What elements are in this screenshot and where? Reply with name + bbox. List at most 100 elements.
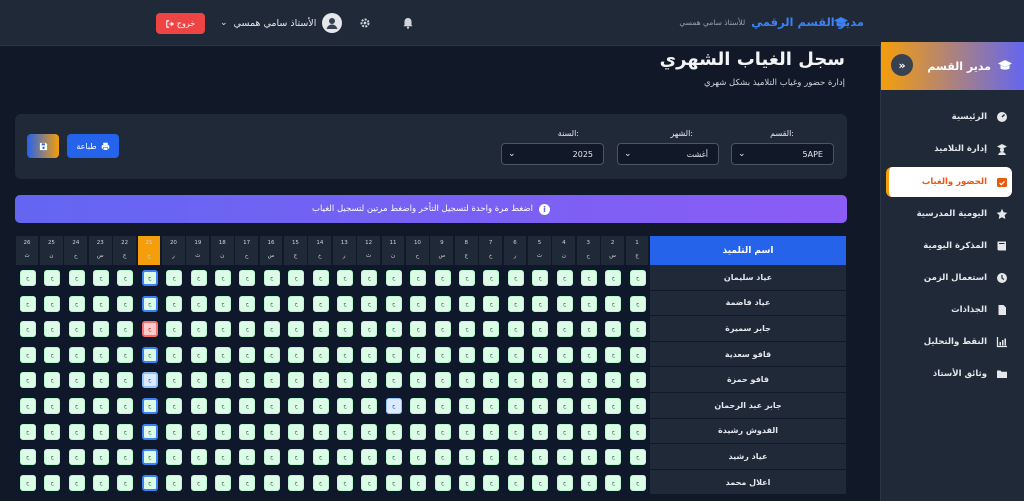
- attendance-cell[interactable]: ح: [141, 295, 158, 312]
- attendance-cell[interactable]: ح: [532, 270, 549, 286]
- attendance-cell[interactable]: ح: [68, 270, 85, 286]
- attendance-cell[interactable]: ح: [581, 449, 597, 466]
- attendance-cell[interactable]: ح: [239, 474, 256, 491]
- attendance-cell[interactable]: ح: [215, 449, 231, 466]
- attendance-cell[interactable]: ح: [483, 372, 500, 389]
- attendance-cell[interactable]: ح: [44, 270, 61, 286]
- attendance-cell[interactable]: ح: [434, 474, 451, 491]
- attendance-cell[interactable]: ح: [337, 398, 353, 414]
- attendance-cell[interactable]: ح: [459, 474, 475, 491]
- save-button[interactable]: [27, 134, 59, 158]
- attendance-cell[interactable]: ح: [629, 321, 646, 338]
- attendance-cell[interactable]: ح: [532, 372, 549, 389]
- attendance-cell[interactable]: ح: [141, 423, 158, 440]
- attendance-cell[interactable]: ح: [532, 449, 549, 466]
- attendance-cell[interactable]: ح: [507, 321, 524, 338]
- attendance-cell[interactable]: ح: [288, 372, 305, 389]
- attendance-cell[interactable]: ح: [68, 295, 85, 312]
- attendance-cell[interactable]: ح: [507, 270, 524, 286]
- attendance-cell[interactable]: ح: [459, 295, 475, 312]
- attendance-cell[interactable]: ح: [44, 423, 61, 440]
- attendance-cell[interactable]: ح: [361, 449, 378, 466]
- attendance-cell[interactable]: ح: [459, 270, 475, 286]
- attendance-cell[interactable]: ح: [532, 321, 549, 338]
- attendance-cell[interactable]: ح: [19, 398, 36, 414]
- attendance-cell[interactable]: ح: [361, 346, 378, 363]
- attendance-cell[interactable]: ح: [19, 321, 36, 338]
- attendance-cell[interactable]: ح: [385, 398, 402, 414]
- attendance-cell[interactable]: ح: [385, 295, 402, 312]
- attendance-cell[interactable]: ح: [410, 372, 427, 389]
- attendance-cell[interactable]: ح: [117, 398, 134, 414]
- attendance-cell[interactable]: ح: [532, 398, 549, 414]
- attendance-cell[interactable]: ح: [385, 449, 402, 466]
- attendance-cell[interactable]: ح: [190, 423, 207, 440]
- attendance-cell[interactable]: ح: [288, 295, 305, 312]
- attendance-cell[interactable]: ح: [68, 346, 85, 363]
- attendance-cell[interactable]: ح: [385, 474, 402, 491]
- attendance-cell[interactable]: ح: [239, 423, 256, 440]
- gear-icon[interactable]: [359, 17, 371, 29]
- attendance-cell[interactable]: ح: [581, 321, 597, 338]
- attendance-cell[interactable]: ح: [19, 474, 36, 491]
- attendance-cell[interactable]: ح: [385, 346, 402, 363]
- attendance-cell[interactable]: ح: [556, 449, 573, 466]
- attendance-cell[interactable]: ح: [361, 372, 378, 389]
- attendance-cell[interactable]: ح: [410, 295, 427, 312]
- attendance-cell[interactable]: ح: [507, 295, 524, 312]
- attendance-cell[interactable]: ح: [629, 398, 646, 414]
- attendance-cell[interactable]: ح: [288, 398, 305, 414]
- sidebar-item-6[interactable]: استعمال الزمن: [886, 263, 1012, 293]
- attendance-cell[interactable]: ح: [361, 295, 378, 312]
- attendance-cell[interactable]: ح: [410, 474, 427, 491]
- attendance-cell[interactable]: ح: [434, 295, 451, 312]
- attendance-cell[interactable]: ح: [215, 295, 231, 312]
- attendance-cell[interactable]: ح: [215, 270, 231, 286]
- attendance-cell[interactable]: ح: [556, 398, 573, 414]
- attendance-cell[interactable]: ح: [337, 270, 353, 286]
- attendance-cell[interactable]: ح: [556, 295, 573, 312]
- attendance-cell[interactable]: ح: [141, 346, 158, 363]
- attendance-cell[interactable]: ح: [190, 372, 207, 389]
- attendance-cell[interactable]: ح: [459, 449, 475, 466]
- attendance-cell[interactable]: ح: [239, 346, 256, 363]
- attendance-cell[interactable]: ح: [263, 321, 280, 338]
- sidebar-item-4[interactable]: اليومية المدرسية: [886, 199, 1012, 229]
- attendance-cell[interactable]: ح: [410, 449, 427, 466]
- attendance-cell[interactable]: ح: [117, 423, 134, 440]
- attendance-cell[interactable]: ح: [410, 321, 427, 338]
- attendance-cell[interactable]: ح: [19, 270, 36, 286]
- attendance-cell[interactable]: ح: [263, 295, 280, 312]
- attendance-cell[interactable]: ح: [361, 398, 378, 414]
- attendance-cell[interactable]: ح: [215, 321, 231, 338]
- attendance-cell[interactable]: ح: [581, 423, 597, 440]
- attendance-cell[interactable]: ح: [93, 449, 109, 466]
- attendance-cell[interactable]: ح: [337, 372, 353, 389]
- attendance-cell[interactable]: ح: [312, 270, 329, 286]
- attendance-cell[interactable]: ح: [141, 372, 158, 389]
- attendance-cell[interactable]: ح: [166, 270, 183, 286]
- attendance-cell[interactable]: ح: [190, 449, 207, 466]
- attendance-cell[interactable]: ح: [288, 321, 305, 338]
- attendance-cell[interactable]: ح: [434, 270, 451, 286]
- attendance-cell[interactable]: ح: [459, 321, 475, 338]
- attendance-cell[interactable]: ح: [190, 270, 207, 286]
- attendance-cell[interactable]: ح: [44, 295, 61, 312]
- attendance-cell[interactable]: ح: [361, 423, 378, 440]
- month-select[interactable]: ⌄ أغشت: [617, 143, 719, 165]
- attendance-cell[interactable]: ح: [629, 270, 646, 286]
- attendance-cell[interactable]: ح: [141, 270, 158, 286]
- attendance-cell[interactable]: ح: [507, 423, 524, 440]
- attendance-cell[interactable]: ح: [166, 474, 183, 491]
- attendance-cell[interactable]: ح: [629, 346, 646, 363]
- attendance-cell[interactable]: ح: [385, 372, 402, 389]
- attendance-cell[interactable]: ح: [312, 346, 329, 363]
- attendance-cell[interactable]: ح: [239, 372, 256, 389]
- attendance-cell[interactable]: ح: [629, 372, 646, 389]
- attendance-cell[interactable]: ح: [556, 423, 573, 440]
- attendance-cell[interactable]: ح: [44, 398, 61, 414]
- attendance-cell[interactable]: ح: [93, 346, 109, 363]
- attendance-cell[interactable]: ح: [263, 449, 280, 466]
- attendance-cell[interactable]: ح: [190, 398, 207, 414]
- attendance-cell[interactable]: ح: [239, 449, 256, 466]
